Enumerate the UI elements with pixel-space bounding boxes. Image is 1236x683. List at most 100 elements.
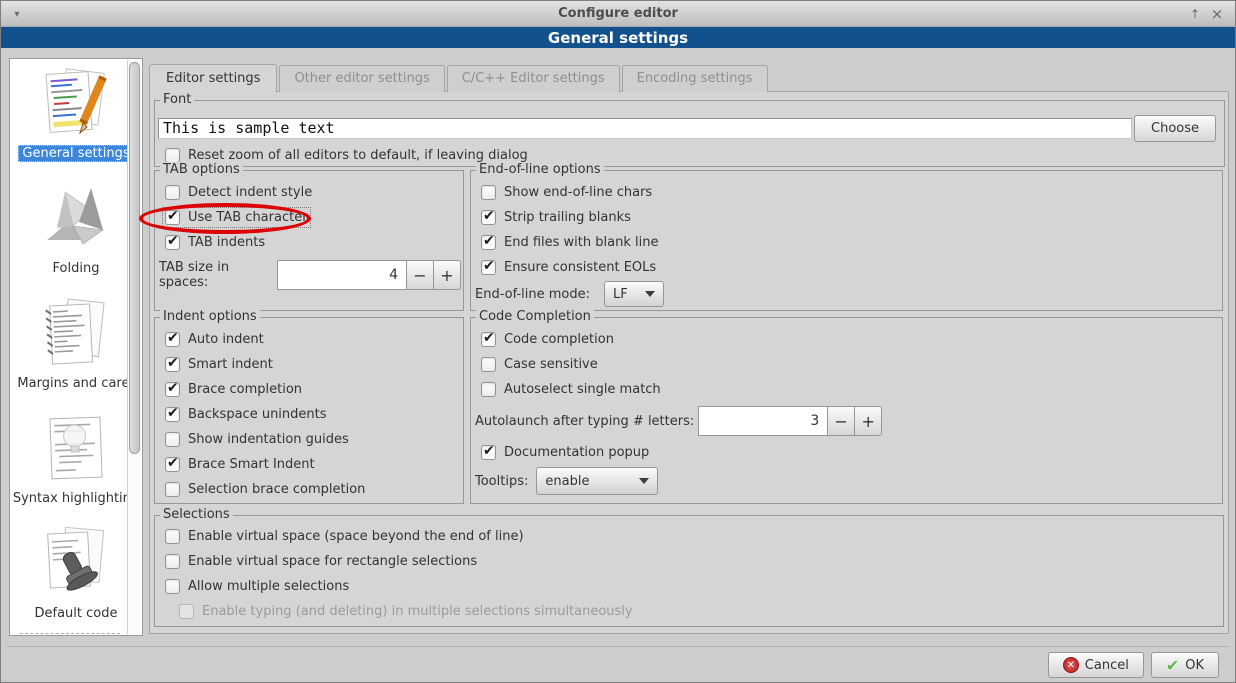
sidebar-item-folding[interactable]: Folding xyxy=(10,174,142,289)
tab-other-editor-settings[interactable]: Other editor settings xyxy=(279,65,444,92)
checkbox-label: TAB indents xyxy=(188,235,265,250)
checkbox-icon xyxy=(179,604,194,619)
checkbox-label: Selection brace completion xyxy=(188,482,365,497)
page-lightbulb-icon xyxy=(39,410,113,488)
checkbox-enable-virtual-space[interactable]: Enable virtual space (space beyond the e… xyxy=(155,524,1223,549)
checkbox-end-files-blank-line[interactable]: End files with blank line xyxy=(471,230,1222,255)
sidebar-item-syntax-highlighting[interactable]: Syntax highlighting xyxy=(10,404,142,519)
tooltips-dropdown[interactable]: enable xyxy=(536,467,658,495)
tab-size-value[interactable]: 4 xyxy=(277,260,407,290)
checkbox-label: Ensure consistent EOLs xyxy=(504,260,656,275)
page-title: General settings xyxy=(1,27,1235,48)
checkbox-icon xyxy=(165,185,180,200)
checkbox-label: Code completion xyxy=(504,332,614,347)
checkbox-documentation-popup[interactable]: Documentation popup xyxy=(471,440,1222,465)
plus-icon[interactable]: + xyxy=(433,260,461,290)
tooltips-value: enable xyxy=(545,474,589,489)
sidebar-item-label: Margins and caret xyxy=(13,375,138,392)
font-group: Font This is sample text Choose Reset zo… xyxy=(154,100,1225,167)
sidebar-item-default-code[interactable]: Default code xyxy=(10,519,142,634)
page-stamp-icon xyxy=(39,525,113,603)
checkbox-label: Show indentation guides xyxy=(188,432,349,447)
checkbox-brace-completion[interactable]: Brace completion xyxy=(155,377,463,402)
checkbox-show-eol-chars[interactable]: Show end-of-line chars xyxy=(471,180,1222,205)
checkbox-icon xyxy=(481,332,496,347)
eol-options-title: End-of-line options xyxy=(476,162,604,177)
checkbox-label: Case sensitive xyxy=(504,357,598,372)
minus-icon[interactable]: − xyxy=(827,406,855,436)
checkbox-label: Auto indent xyxy=(188,332,264,347)
tab-editor-settings[interactable]: Editor settings xyxy=(149,64,277,93)
cancel-button[interactable]: ✕ Cancel xyxy=(1048,652,1144,678)
plus-icon[interactable]: + xyxy=(854,406,882,436)
selections-title: Selections xyxy=(160,507,233,522)
font-sample-field[interactable]: This is sample text xyxy=(158,118,1132,139)
tab-encoding-settings[interactable]: Encoding settings xyxy=(622,65,768,92)
checkbox-allow-multiple-selections[interactable]: Allow multiple selections xyxy=(155,574,1223,599)
checkbox-tab-indents[interactable]: TAB indents xyxy=(155,230,463,255)
eol-mode-dropdown[interactable]: LF xyxy=(604,281,664,307)
checkbox-icon xyxy=(481,445,496,460)
dialog-buttons: ✕ Cancel ✔ OK xyxy=(1048,652,1219,678)
eol-mode-value: LF xyxy=(613,287,628,302)
checkbox-show-indentation-guides[interactable]: Show indentation guides xyxy=(155,427,463,452)
window-title: Configure editor xyxy=(558,6,678,21)
checkbox-label: Backspace unindents xyxy=(188,407,327,422)
checkbox-label: Smart indent xyxy=(188,357,273,372)
checkbox-reset-zoom[interactable]: Reset zoom of all editors to default, if… xyxy=(155,144,1224,166)
window-menu-icon[interactable]: ▾ xyxy=(5,1,29,27)
sidebar-scrollbar[interactable] xyxy=(127,60,141,634)
checkbox-icon xyxy=(165,482,180,497)
tab-options-title: TAB options xyxy=(160,162,243,177)
autolaunch-label: Autolaunch after typing # letters: xyxy=(475,414,694,429)
sidebar-item-label: Folding xyxy=(49,260,104,277)
checkbox-icon xyxy=(481,357,496,372)
checkbox-brace-smart-indent[interactable]: Brace Smart Indent xyxy=(155,452,463,477)
close-icon[interactable]: × xyxy=(1205,1,1229,27)
ok-button[interactable]: ✔ OK xyxy=(1151,652,1219,678)
checkbox-use-tab-character[interactable]: Use TAB character xyxy=(155,205,463,230)
checkbox-backspace-unindents[interactable]: Backspace unindents xyxy=(155,402,463,427)
sidebar-scrollbar-thumb[interactable] xyxy=(129,62,140,454)
checkbox-icon xyxy=(165,457,180,472)
checkbox-virtual-space-rectangle[interactable]: Enable virtual space for rectangle selec… xyxy=(155,549,1223,574)
checkbox-label: Autoselect single match xyxy=(504,382,661,397)
checkbox-label: End files with blank line xyxy=(504,235,658,250)
tab-size-label: TAB size in spaces: xyxy=(159,260,269,290)
checkbox-selection-brace-completion[interactable]: Selection brace completion xyxy=(155,477,463,502)
checkbox-detect-indent-style[interactable]: Detect indent style xyxy=(155,180,463,205)
sidebar-item-label: Default code xyxy=(31,605,122,622)
checkbox-code-completion[interactable]: Code completion xyxy=(471,327,1222,352)
checkbox-icon xyxy=(165,432,180,447)
cancel-x-icon: ✕ xyxy=(1063,657,1079,673)
choose-font-button[interactable]: Choose xyxy=(1134,115,1216,142)
checkbox-label: Use TAB character xyxy=(188,210,308,225)
checkbox-autoselect-single-match[interactable]: Autoselect single match xyxy=(471,377,1222,402)
checkbox-label: Enable typing (and deleting) in multiple… xyxy=(202,604,633,619)
ok-button-label: OK xyxy=(1185,658,1204,673)
autolaunch-value[interactable]: 3 xyxy=(698,406,828,436)
checkbox-smart-indent[interactable]: Smart indent xyxy=(155,352,463,377)
partial-item-divider xyxy=(20,633,120,634)
cancel-button-label: Cancel xyxy=(1085,658,1129,673)
sidebar-item-margins-and-caret[interactable]: Margins and caret xyxy=(10,289,142,404)
checkbox-ensure-consistent-eols[interactable]: Ensure consistent EOLs xyxy=(471,255,1222,280)
settings-category-list: General settings Folding xyxy=(9,58,143,636)
checkbox-label: Detect indent style xyxy=(188,185,312,200)
checkbox-icon xyxy=(481,235,496,250)
minus-icon[interactable]: − xyxy=(406,260,434,290)
configure-editor-dialog: ▾ Configure editor ↑ × General settings xyxy=(0,0,1236,683)
checkbox-label: Show end-of-line chars xyxy=(504,185,652,200)
tab-cpp-editor-settings[interactable]: C/C++ Editor settings xyxy=(447,65,620,92)
maximize-icon[interactable]: ↑ xyxy=(1183,1,1207,27)
checkbox-icon xyxy=(165,579,180,594)
checkbox-strip-trailing-blanks[interactable]: Strip trailing blanks xyxy=(471,205,1222,230)
checkbox-icon xyxy=(165,357,180,372)
checkbox-icon xyxy=(165,407,180,422)
sidebar-item-general-settings[interactable]: General settings xyxy=(10,59,142,174)
checkbox-case-sensitive[interactable]: Case sensitive xyxy=(471,352,1222,377)
checkbox-auto-indent[interactable]: Auto indent xyxy=(155,327,463,352)
checkbox-icon xyxy=(165,332,180,347)
checkbox-icon xyxy=(165,554,180,569)
chevron-down-icon xyxy=(645,291,655,297)
